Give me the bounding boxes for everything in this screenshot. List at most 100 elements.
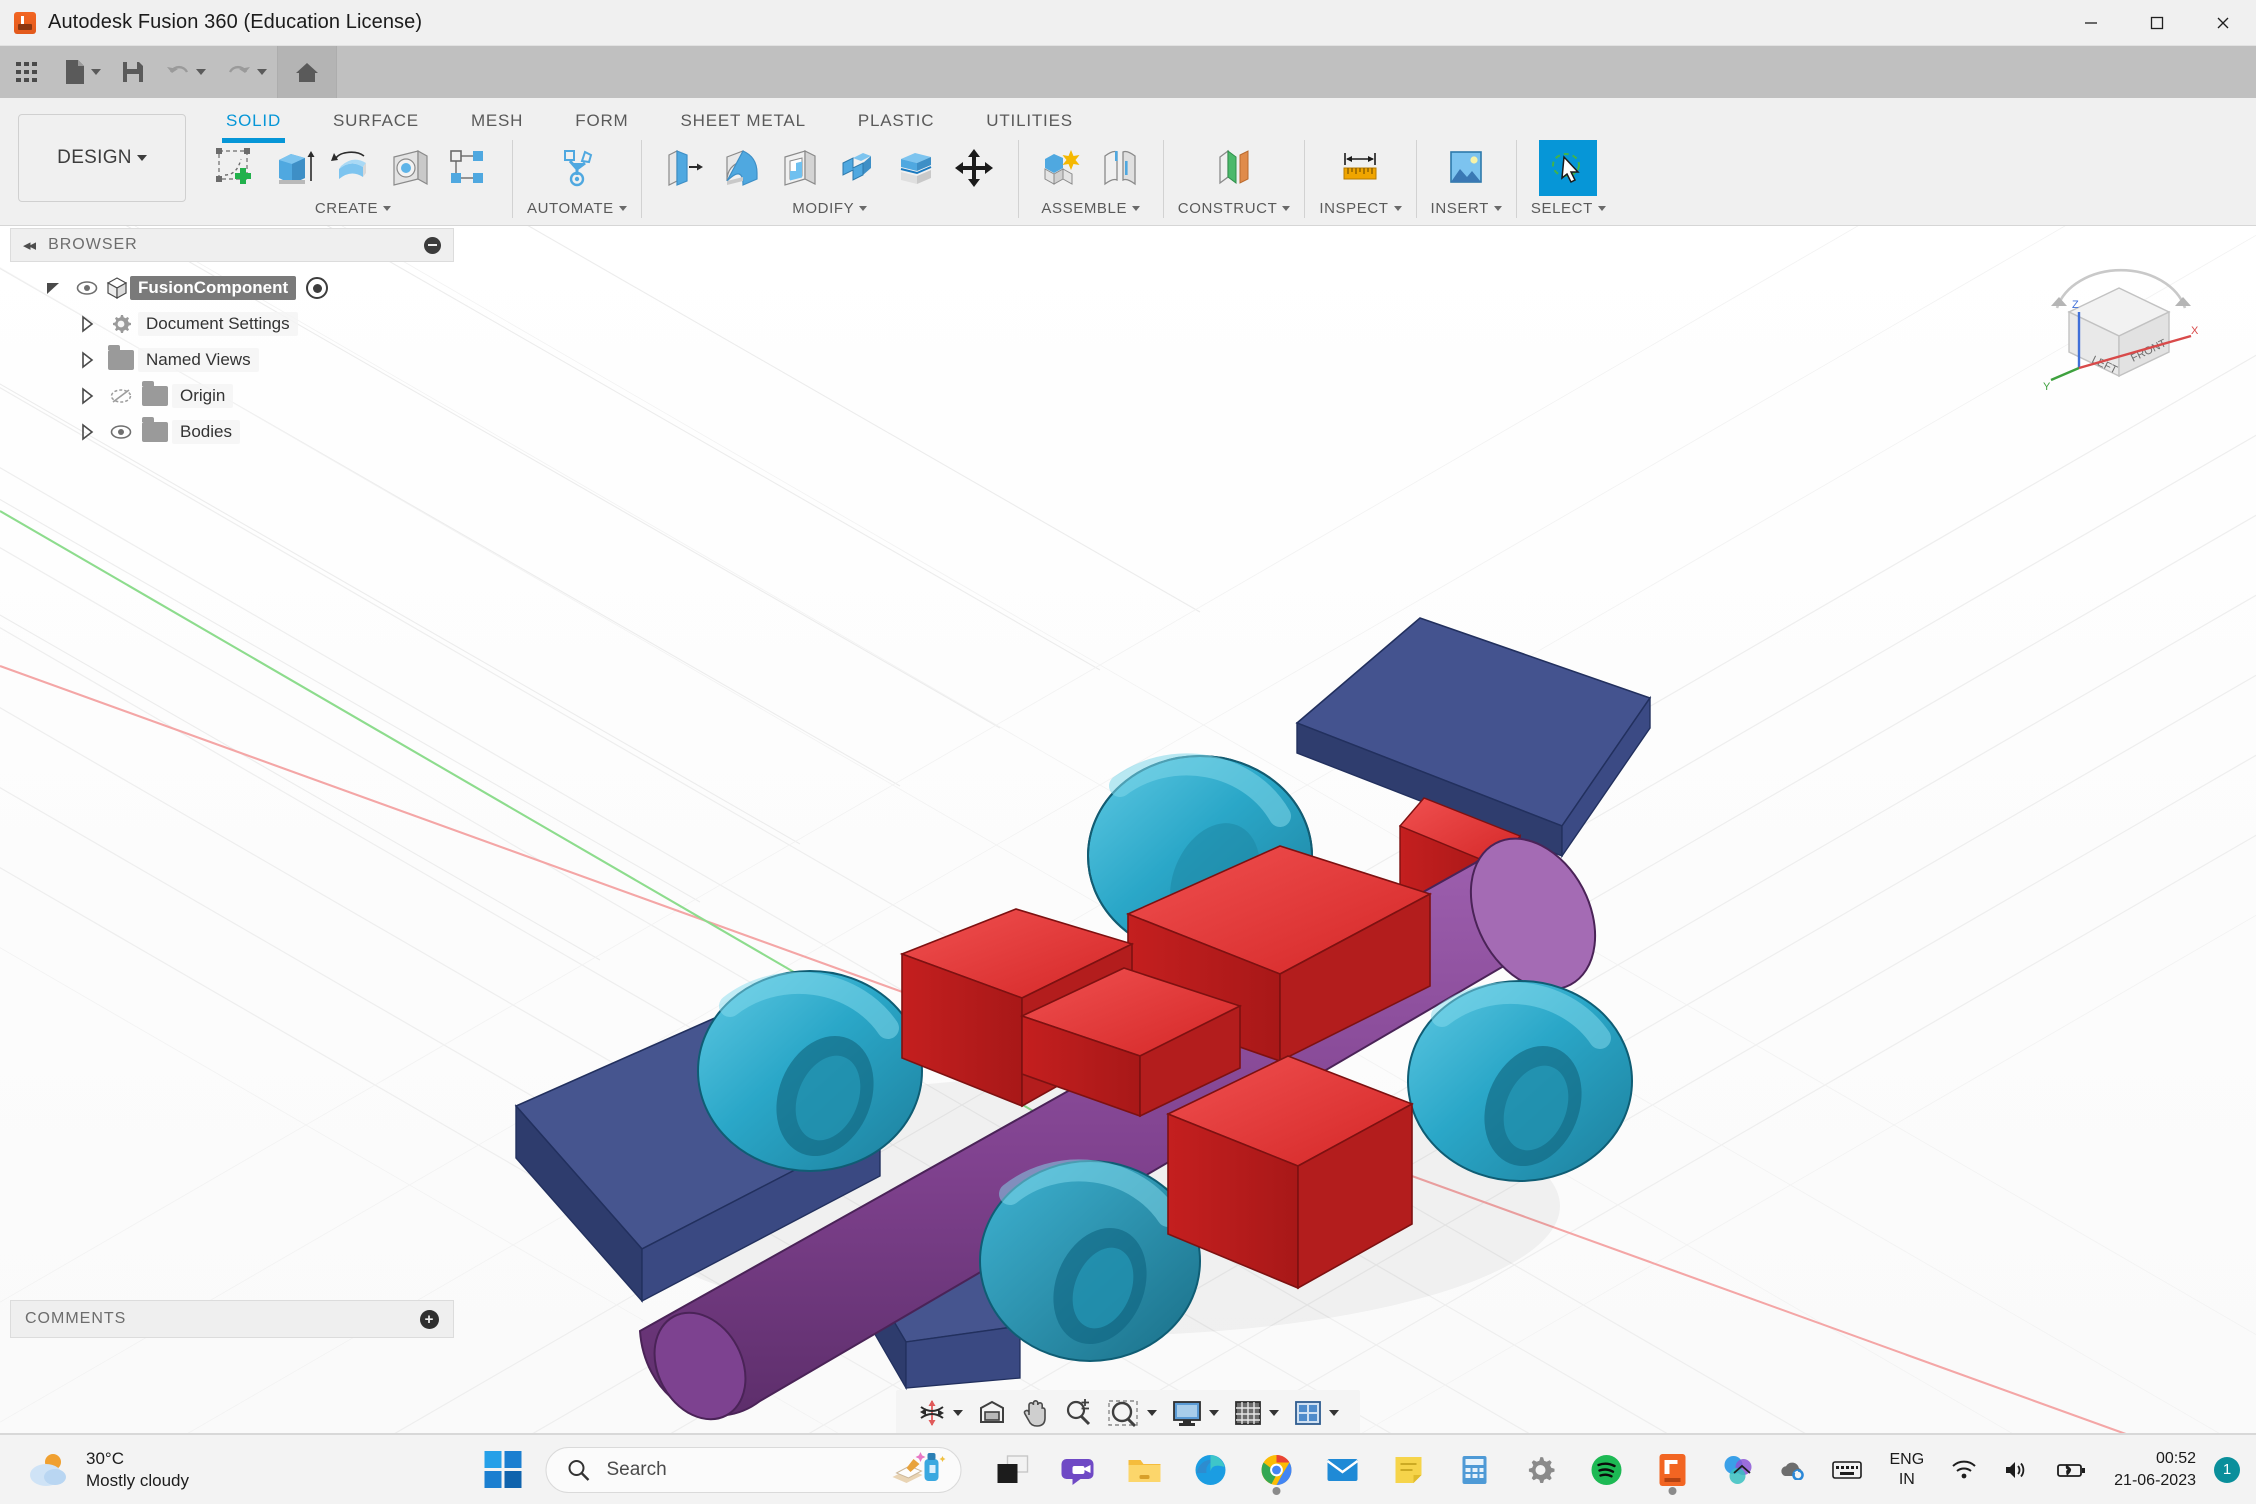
calculator-icon[interactable] [1449,1442,1501,1498]
chevron-down-icon[interactable] [1132,206,1141,211]
expand-triangle-icon[interactable] [70,387,104,405]
view-cube[interactable]: LEFT FRONT Z Y X [2041,250,2201,400]
tab-surface[interactable]: SURFACE [307,104,445,138]
automated-modeling-icon[interactable] [548,140,606,196]
extrude-icon[interactable] [266,140,324,196]
chevron-down-icon[interactable] [1147,1410,1157,1416]
chevron-down-icon[interactable] [1282,206,1291,211]
wifi-icon[interactable] [1938,1460,1990,1480]
expand-triangle-icon[interactable] [70,351,104,369]
press-pull-icon[interactable] [656,140,714,196]
taskbar-clock[interactable]: 00:52 21-06-2023 [2100,1448,2196,1491]
fillet-icon[interactable] [714,140,772,196]
measure-icon[interactable] [1331,140,1389,196]
tree-item-origin[interactable]: Origin [10,378,454,414]
hole-icon[interactable] [382,140,440,196]
notification-count-badge[interactable]: 1 [2214,1456,2240,1483]
collapse-icon[interactable]: ◂◂ [23,236,36,254]
search-input[interactable]: Search [545,1446,962,1493]
combine-icon[interactable] [830,140,888,196]
tab-form[interactable]: FORM [549,104,654,138]
chevron-down-icon[interactable] [196,69,206,75]
chevron-down-icon[interactable] [1493,206,1502,211]
new-component-icon[interactable] [1033,140,1091,196]
chevron-down-icon[interactable] [383,206,392,211]
tree-item-fusioncomponent[interactable]: FusionComponent [10,270,454,306]
chevron-down-icon[interactable] [859,206,868,211]
undo-icon[interactable] [155,46,216,98]
orbit-icon[interactable] [910,1390,970,1436]
chevron-up-icon[interactable] [1719,1463,1765,1477]
touch-keyboard-icon[interactable] [1819,1460,1875,1480]
chevron-down-icon[interactable] [257,69,267,75]
mail-icon[interactable] [1317,1442,1369,1498]
battery-charging-icon[interactable] [2042,1460,2100,1480]
google-chrome-icon[interactable] [1251,1442,1303,1498]
redo-icon[interactable] [216,46,277,98]
revolve-icon[interactable] [324,140,382,196]
minimize-button[interactable] [2058,0,2124,46]
fusion-360-icon[interactable] [1647,1442,1699,1498]
expand-triangle-icon[interactable] [70,315,104,333]
tab-mesh[interactable]: MESH [445,104,549,138]
pan-icon[interactable] [1014,1390,1056,1436]
eye-hidden-icon[interactable] [104,387,138,405]
tab-plastic[interactable]: PLASTIC [832,104,960,138]
microsoft-edge-icon[interactable] [1185,1442,1237,1498]
teams-icon[interactable] [1053,1442,1105,1498]
taskview-icon[interactable] [987,1442,1039,1498]
eye-icon[interactable] [104,424,138,440]
chevron-down-icon[interactable] [1269,1410,1279,1416]
app-grid-icon[interactable] [0,46,54,98]
maximize-button[interactable] [2124,0,2190,46]
language-indicator[interactable]: ENG IN [1875,1450,1938,1488]
chevron-down-icon[interactable] [953,1410,963,1416]
display-settings-icon[interactable] [1164,1390,1226,1436]
file-explorer-icon[interactable] [1119,1442,1171,1498]
tree-item-named-views[interactable]: Named Views [10,342,454,378]
eye-icon[interactable] [70,280,104,296]
pattern-icon[interactable] [440,140,498,196]
expand-triangle-icon[interactable] [36,279,70,297]
select-cursor-icon[interactable] [1539,140,1598,196]
sticky-notes-icon[interactable] [1383,1442,1435,1498]
tab-utilities[interactable]: UTILITIES [960,104,1099,138]
chevron-down-icon[interactable] [91,69,101,75]
look-at-icon[interactable] [970,1390,1014,1436]
comments-panel[interactable]: COMMENTS + [10,1300,454,1338]
fit-icon[interactable] [1100,1390,1164,1436]
grid-snaps-icon[interactable] [1226,1390,1286,1436]
workspace-switcher[interactable]: DESIGN [18,114,186,202]
chevron-down-icon[interactable] [1597,206,1606,211]
chevron-down-icon[interactable] [1329,1410,1339,1416]
offset-plane-icon[interactable] [1205,140,1263,196]
tab-sheet-metal[interactable]: SHEET METAL [655,104,832,138]
add-comment-button[interactable]: + [420,1309,439,1329]
insert-image-icon[interactable] [1437,140,1495,196]
onedrive-icon[interactable] [1765,1460,1819,1480]
joint-icon[interactable] [1091,140,1149,196]
zoom-icon[interactable] [1056,1390,1100,1436]
expand-triangle-icon[interactable] [70,423,104,441]
minus-circle-icon[interactable] [424,236,441,254]
tree-item-bodies[interactable]: Bodies [10,414,454,450]
home-icon[interactable] [278,46,336,98]
tab-solid[interactable]: SOLID [200,104,307,143]
move-copy-icon[interactable] [946,140,1004,196]
save-icon[interactable] [111,46,155,98]
spotify-icon[interactable] [1581,1442,1633,1498]
windows-start-icon[interactable] [484,1451,522,1488]
create-sketch-icon[interactable] [208,140,266,196]
split-face-icon[interactable] [888,140,946,196]
close-button[interactable] [2190,0,2256,46]
chevron-down-icon[interactable] [1209,1410,1219,1416]
chevron-down-icon[interactable] [1393,206,1402,211]
new-file-icon[interactable] [54,46,111,98]
chevron-down-icon[interactable] [618,206,627,211]
tree-item-document-settings[interactable]: Document Settings [10,306,454,342]
shell-icon[interactable] [772,140,830,196]
viewports-icon[interactable] [1286,1390,1346,1436]
volume-icon[interactable] [1990,1460,2042,1480]
activate-component-icon[interactable] [306,277,329,299]
settings-icon[interactable] [1515,1442,1567,1498]
